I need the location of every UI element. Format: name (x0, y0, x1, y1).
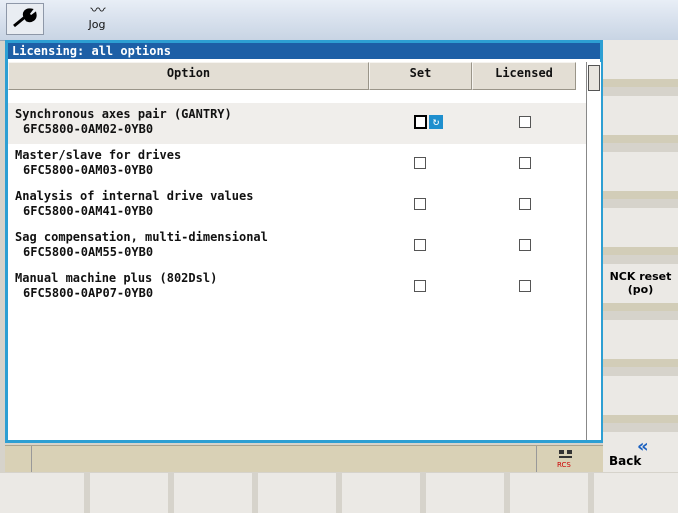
scrollbar-thumb[interactable] (588, 65, 600, 91)
rcs-label: RCS (557, 461, 571, 469)
option-code: 6FC5800-0AP07-0YB0 (23, 286, 154, 300)
set-checkbox[interactable] (414, 157, 426, 169)
hsoftkey-3[interactable] (174, 473, 258, 513)
softkey-6[interactable] (603, 320, 678, 367)
list-item[interactable]: Master/slave for drives 6FC5800-0AM03-0Y… (8, 144, 586, 185)
column-header-licensed: Licensed (472, 62, 576, 90)
mode-label: Jog (88, 18, 106, 31)
hsoftkey-6[interactable] (426, 473, 510, 513)
softkey-7[interactable] (603, 376, 678, 423)
list-item[interactable]: Sag compensation, multi-dimensional 6FC5… (8, 226, 586, 267)
softkey-4[interactable] (603, 208, 678, 255)
option-code: 6FC5800-0AM03-0YB0 (23, 163, 154, 177)
back-label: Back (609, 454, 642, 468)
column-header-set: Set (369, 62, 472, 90)
options-list: Synchronous axes pair (GANTRY) 6FC5800-0… (8, 103, 586, 308)
set-checkbox[interactable] (414, 115, 427, 129)
list-item[interactable]: Synchronous axes pair (GANTRY) 6FC5800-0… (8, 103, 586, 144)
licensed-checkbox[interactable] (519, 116, 531, 128)
option-code: 6FC5800-0AM55-0YB0 (23, 245, 154, 259)
nck-reset-label: NCK reset (po) (609, 270, 672, 296)
status-divider (31, 446, 32, 472)
option-name: Synchronous axes pair (GANTRY) (15, 107, 232, 121)
option-name: Analysis of internal drive values (15, 189, 254, 203)
hsoftkey-4[interactable] (258, 473, 342, 513)
softkey-3[interactable] (603, 152, 678, 199)
licensing-dialog: Licensing: all options Option Set Licens… (5, 40, 603, 443)
top-bar: 〰 Jog (0, 0, 678, 41)
jog-mode-button[interactable]: 〰 Jog (76, 2, 118, 36)
table-header: Option Set Licensed (8, 62, 586, 92)
nck-reset-button[interactable]: NCK reset (po) (603, 264, 678, 311)
horizontal-softkeys (0, 473, 678, 513)
softkey-1[interactable] (603, 40, 678, 87)
list-item[interactable]: Manual machine plus (802Dsl) 6FC5800-0AP… (8, 267, 586, 308)
set-checkbox[interactable] (414, 280, 426, 292)
option-name: Master/slave for drives (15, 148, 182, 162)
option-name: Manual machine plus (802Dsl) (15, 271, 218, 285)
jog-wave-icon: 〰 (90, 1, 105, 19)
option-code: 6FC5800-0AM02-0YB0 (23, 122, 154, 136)
licensed-checkbox[interactable] (519, 198, 531, 210)
dialog-title: Licensing: all options (8, 43, 600, 59)
focus-refresh-icon: ↻ (429, 115, 443, 129)
wrench-icon[interactable] (6, 3, 44, 35)
option-name: Sag compensation, multi-dimensional (15, 230, 268, 244)
set-checkbox[interactable] (414, 239, 426, 251)
licensed-checkbox[interactable] (519, 280, 531, 292)
hsoftkey-8[interactable] (594, 473, 678, 513)
hsoftkey-1[interactable] (0, 473, 90, 513)
rcs-network-icon: RCS (557, 450, 575, 469)
scrollbar[interactable] (586, 62, 601, 440)
licensed-checkbox[interactable] (519, 157, 531, 169)
licensed-checkbox[interactable] (519, 239, 531, 251)
option-code: 6FC5800-0AM41-0YB0 (23, 204, 154, 218)
softkey-2[interactable] (603, 96, 678, 143)
column-header-option: Option (8, 62, 369, 90)
hsoftkey-5[interactable] (342, 473, 426, 513)
back-button[interactable]: « Back (603, 432, 678, 472)
status-bar: RCS (5, 445, 603, 472)
hsoftkey-7[interactable] (510, 473, 594, 513)
status-divider (536, 446, 537, 472)
set-checkbox[interactable] (414, 198, 426, 210)
hsoftkey-2[interactable] (90, 473, 174, 513)
list-item[interactable]: Analysis of internal drive values 6FC580… (8, 185, 586, 226)
